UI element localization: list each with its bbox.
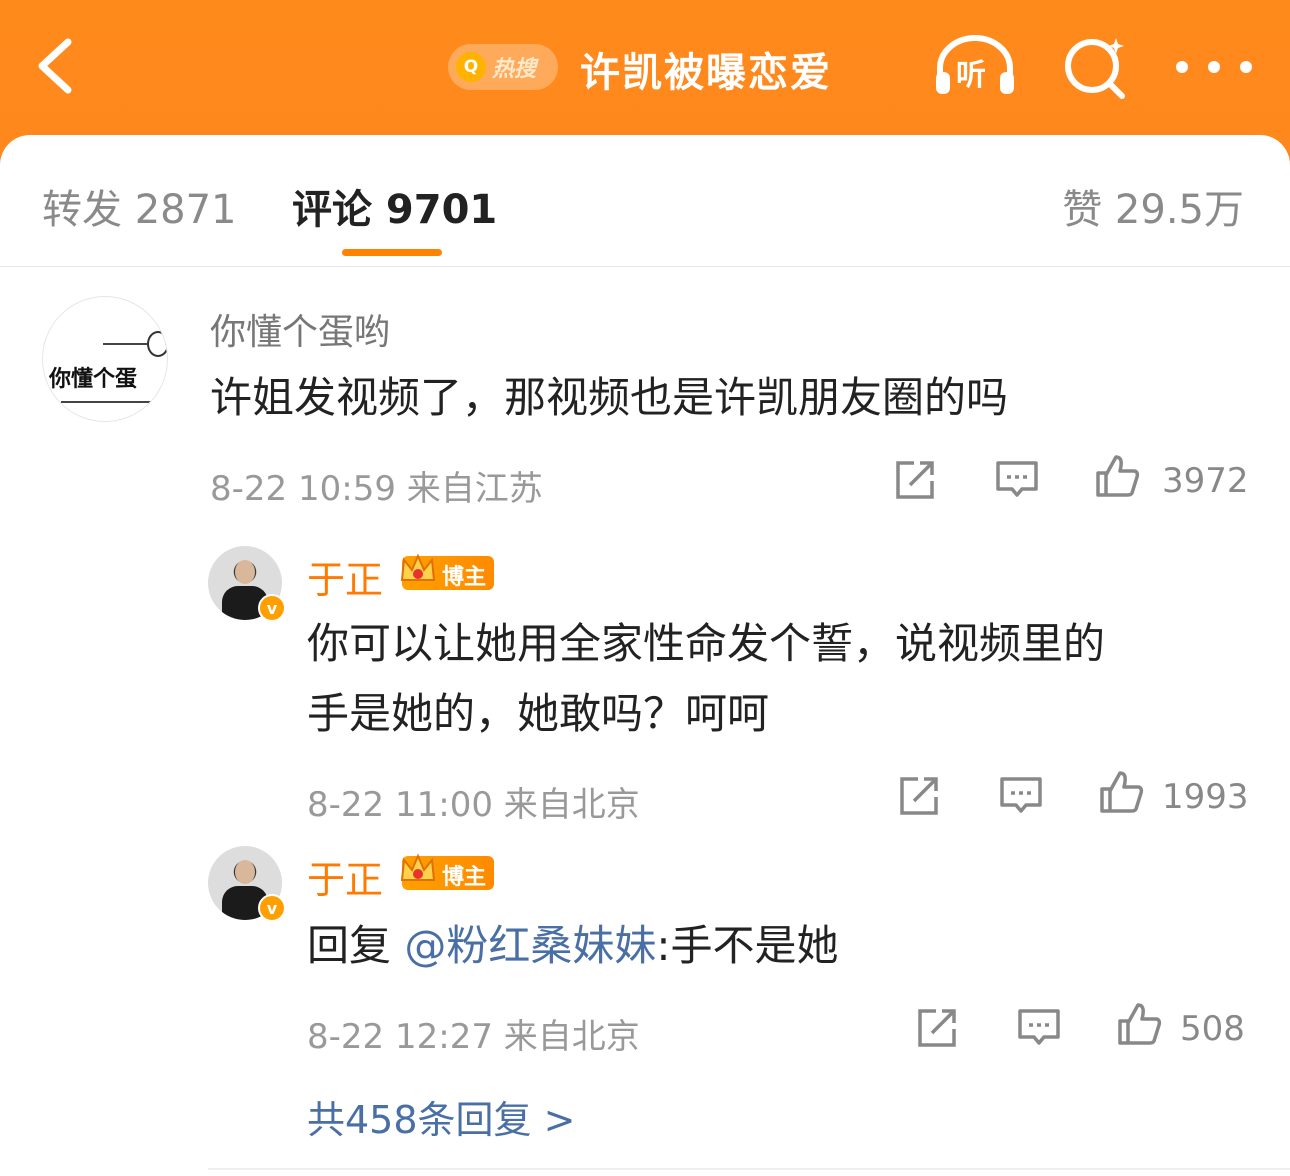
tab-comments[interactable]: 评论 9701 (292, 177, 497, 235)
tab-likes[interactable]: 赞 29.5万 (1062, 177, 1244, 235)
blogger-badge: 博主 (400, 553, 494, 590)
like-count: 508 (1180, 1009, 1245, 1049)
reply-prefix: 回复 (307, 921, 405, 970)
blogger-label: 博主 (442, 565, 487, 590)
like-count: 3972 (1162, 461, 1249, 501)
reply-text-line: 手是她的，她敢吗？呵呵 (307, 689, 770, 738)
content-panel: 转发 2871 评论 9701 赞 29.5万 你懂个蛋 你懂个蛋哟 许姐发视频… (0, 135, 1290, 1176)
reply-rest: :手不是她 (656, 921, 839, 970)
divider (208, 1168, 1290, 1170)
more-replies-link[interactable]: 共458条回复 > (307, 1089, 575, 1144)
search-icon (1065, 38, 1125, 99)
avatar-text: 你懂个蛋 (49, 367, 138, 392)
share-icon[interactable] (914, 1005, 960, 1051)
comment-icon[interactable] (1016, 1005, 1062, 1051)
back-icon (38, 38, 72, 94)
blogger-badge: 博主 (400, 853, 494, 890)
tab-bar: 转发 2871 评论 9701 赞 29.5万 (0, 135, 1290, 267)
reply-author[interactable]: 于正 (307, 549, 383, 604)
back-button[interactable] (30, 34, 90, 98)
bear-icon (147, 331, 167, 357)
comment-icon[interactable] (998, 773, 1044, 819)
like-icon[interactable] (1098, 769, 1144, 815)
verified-icon: v (258, 594, 286, 622)
share-icon[interactable] (896, 773, 942, 819)
comment-author[interactable]: 你懂个蛋哟 (210, 303, 390, 355)
hot-search-badge[interactable]: Q 热搜 (448, 44, 558, 90)
top-bar: Q 热搜 许凯被曝恋爱 听 (0, 0, 1290, 140)
reply-text: 回复 @粉红桑妹妹:手不是她 (307, 911, 839, 981)
hot-search-label: 热搜 (492, 57, 537, 82)
blogger-label: 博主 (442, 865, 487, 890)
like-icon[interactable] (1116, 1001, 1162, 1047)
page-title: 许凯被曝恋爱 (580, 50, 832, 96)
search-button[interactable] (1060, 34, 1130, 100)
avatar[interactable]: 你懂个蛋 (42, 296, 168, 422)
more-icon (1176, 61, 1188, 73)
comment-text: 许姐发视频了，那视频也是许凯朋友圈的吗 (210, 373, 1009, 422)
more-button[interactable] (1176, 52, 1252, 82)
like-icon[interactable] (1094, 453, 1140, 499)
active-tab-indicator (342, 249, 442, 256)
comment-meta: 8-22 10:59 来自江苏 (210, 469, 543, 509)
comment-icon[interactable] (994, 457, 1040, 503)
listen-label: 听 (956, 58, 986, 93)
listen-button[interactable]: 听 (932, 32, 1018, 100)
like-count: 1993 (1162, 777, 1249, 817)
crown-icon (400, 853, 436, 881)
share-icon[interactable] (892, 457, 938, 503)
verified-icon: v (258, 894, 286, 922)
search-icon: Q (456, 52, 486, 82)
reply-text-line: 你可以让她用全家性命发个誓，说视频里的 (307, 619, 1106, 668)
crown-icon (400, 553, 436, 581)
tab-repost[interactable]: 转发 2871 (42, 177, 237, 235)
reply-meta: 8-22 12:27 来自北京 (307, 1017, 640, 1057)
mention-link[interactable]: @粉红桑妹妹 (404, 921, 656, 970)
reply-author[interactable]: 于正 (307, 849, 383, 904)
reply-meta: 8-22 11:00 来自北京 (307, 785, 640, 825)
